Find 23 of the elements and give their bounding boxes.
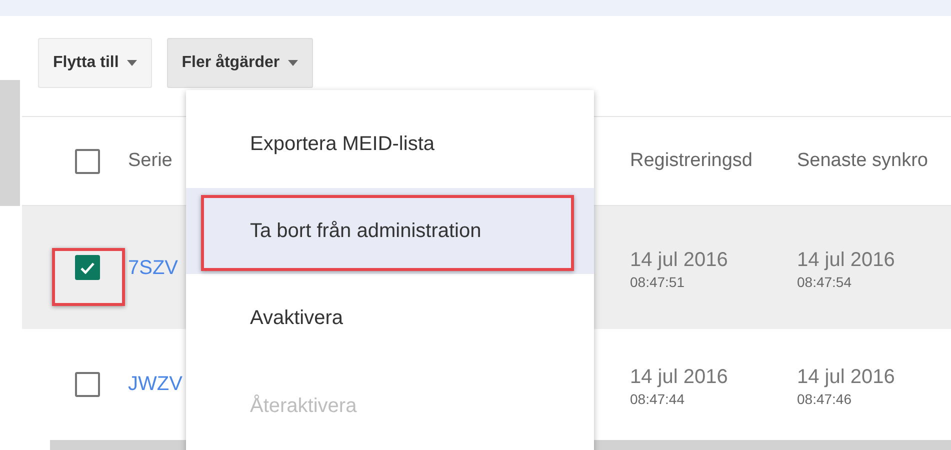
dropdown-button[interactable]: Flytta till [38,38,152,88]
date-text: 14 jul 2016 [630,248,728,272]
caret-icon [288,60,298,66]
column-header: Senaste synkro [797,148,928,173]
caret-icon [126,60,137,66]
date-text: 14 jul 2016 [630,364,728,388]
menu-item[interactable]: Ta bort från administration [186,188,594,274]
date-text: 14 jul 2016 [797,364,895,388]
checkmark-icon [80,262,95,274]
column-header: Serie [128,148,172,173]
time-text: 08:47:44 [630,390,684,408]
menu-item[interactable]: Avaktivera [186,274,594,362]
dropdown-button[interactable]: Fler åtgärder [166,38,313,88]
time-text: 08:47:46 [797,390,852,408]
checkbox[interactable] [75,372,100,396]
column-header: Registreringsd [630,148,752,173]
checkbox[interactable] [75,255,100,280]
time-text: 08:47:54 [797,273,852,292]
time-text: 08:47:51 [630,273,684,292]
checkbox[interactable] [75,148,100,174]
serial-link[interactable]: JWZV [128,369,182,399]
menu-item[interactable]: Exportera MEID-lista [186,100,594,188]
date-text: 14 jul 2016 [797,248,895,272]
